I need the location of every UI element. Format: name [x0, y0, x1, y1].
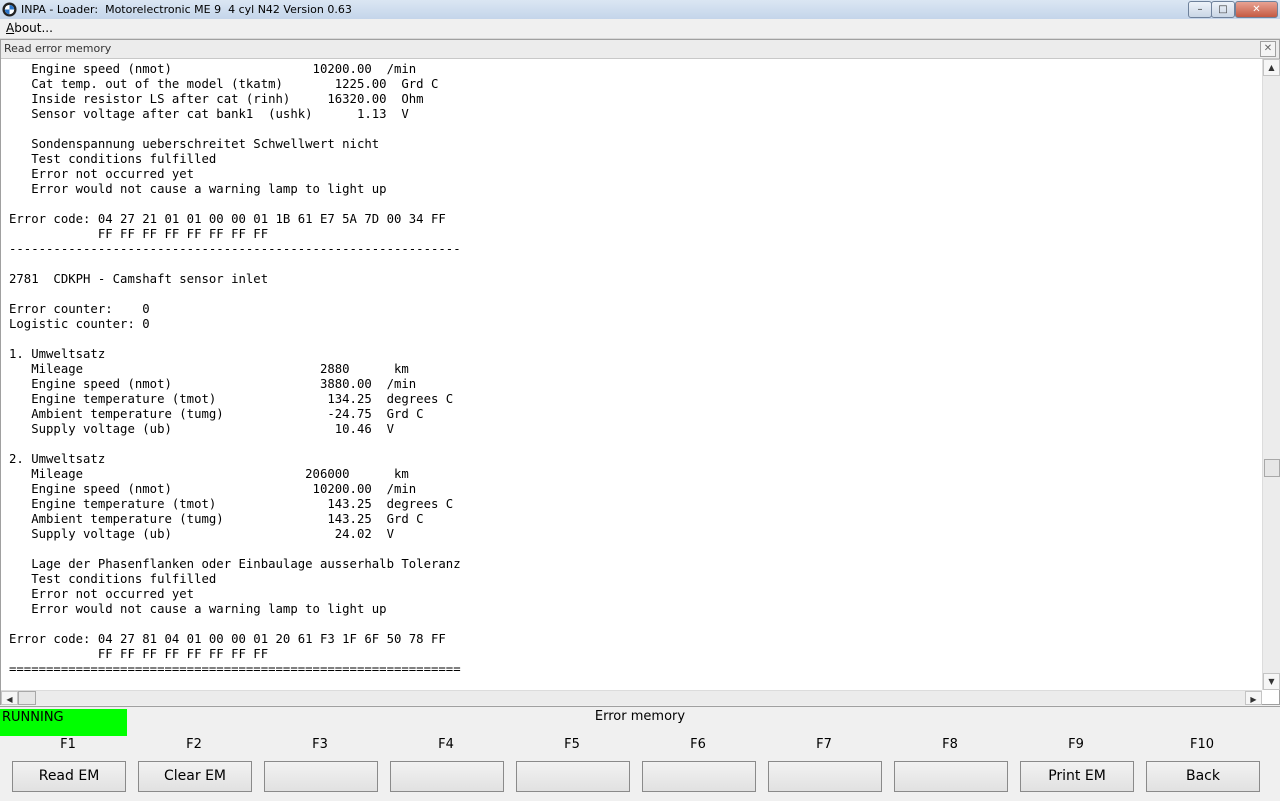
horizontal-scroll-thumb[interactable] [18, 691, 36, 705]
print-em-button[interactable]: Print EM [1020, 761, 1134, 792]
maximize-button[interactable]: □ [1211, 1, 1235, 18]
f6-button[interactable] [642, 761, 756, 792]
error-memory-text: Engine speed (nmot) 10200.00 /min Cat te… [9, 62, 461, 676]
status-text: RUNNING [2, 710, 64, 725]
window-title: INPA - Loader: Motorelectronic ME 9 4 cy… [21, 3, 352, 16]
fkey-label-f8: F8 [942, 737, 958, 752]
status-indicator: RUNNING [0, 709, 127, 736]
fkey-label-f4: F4 [438, 737, 454, 752]
scroll-down-arrow-icon[interactable]: ▼ [1263, 673, 1280, 690]
back-button[interactable]: Back [1146, 761, 1260, 792]
vertical-scroll-thumb[interactable] [1264, 459, 1280, 477]
f8-button[interactable] [894, 761, 1008, 792]
f3-button[interactable] [264, 761, 378, 792]
menu-item-about[interactable]: About... [6, 21, 53, 35]
bmw-logo-icon [2, 2, 17, 17]
minimize-button[interactable]: – [1188, 1, 1212, 18]
scroll-up-arrow-icon[interactable]: ▲ [1263, 59, 1280, 76]
read-em-button[interactable]: Read EM [12, 761, 126, 792]
horizontal-scrollbar[interactable]: ◀ ▶ [1, 690, 1262, 705]
fkey-label-f9: F9 [1068, 737, 1084, 752]
screen-title: Error memory [594, 709, 686, 724]
scroll-right-arrow-icon[interactable]: ▶ [1245, 691, 1262, 705]
title-bar: INPA - Loader: Motorelectronic ME 9 4 cy… [0, 0, 1280, 20]
child-window-title: Read error memory [4, 42, 112, 55]
close-button[interactable]: ✕ [1235, 1, 1278, 18]
child-title-bar: Read error memory ✕ [1, 40, 1279, 59]
error-text-area[interactable]: Engine speed (nmot) 10200.00 /min Cat te… [1, 59, 1262, 690]
fkey-label-f2: F2 [186, 737, 202, 752]
fkey-label-f1: F1 [60, 737, 76, 752]
f7-button[interactable] [768, 761, 882, 792]
clear-em-button[interactable]: Clear EM [138, 761, 252, 792]
f5-button[interactable] [516, 761, 630, 792]
fkey-label-f10: F10 [1189, 737, 1215, 752]
fkey-label-f5: F5 [564, 737, 580, 752]
function-key-panel: Error memory RUNNING F1 F2 F3 F4 F5 F6 F… [0, 706, 1280, 801]
fkey-label-f6: F6 [690, 737, 706, 752]
menu-bar: About... [0, 19, 1280, 39]
f4-button[interactable] [390, 761, 504, 792]
scroll-left-arrow-icon[interactable]: ◀ [1, 691, 18, 705]
error-memory-window: Read error memory ✕ Engine speed (nmot) … [0, 39, 1280, 705]
fkey-label-f3: F3 [312, 737, 328, 752]
vertical-scrollbar[interactable]: ▲ ▼ [1262, 59, 1280, 690]
fkey-label-f7: F7 [816, 737, 832, 752]
child-close-button[interactable]: ✕ [1260, 41, 1276, 57]
